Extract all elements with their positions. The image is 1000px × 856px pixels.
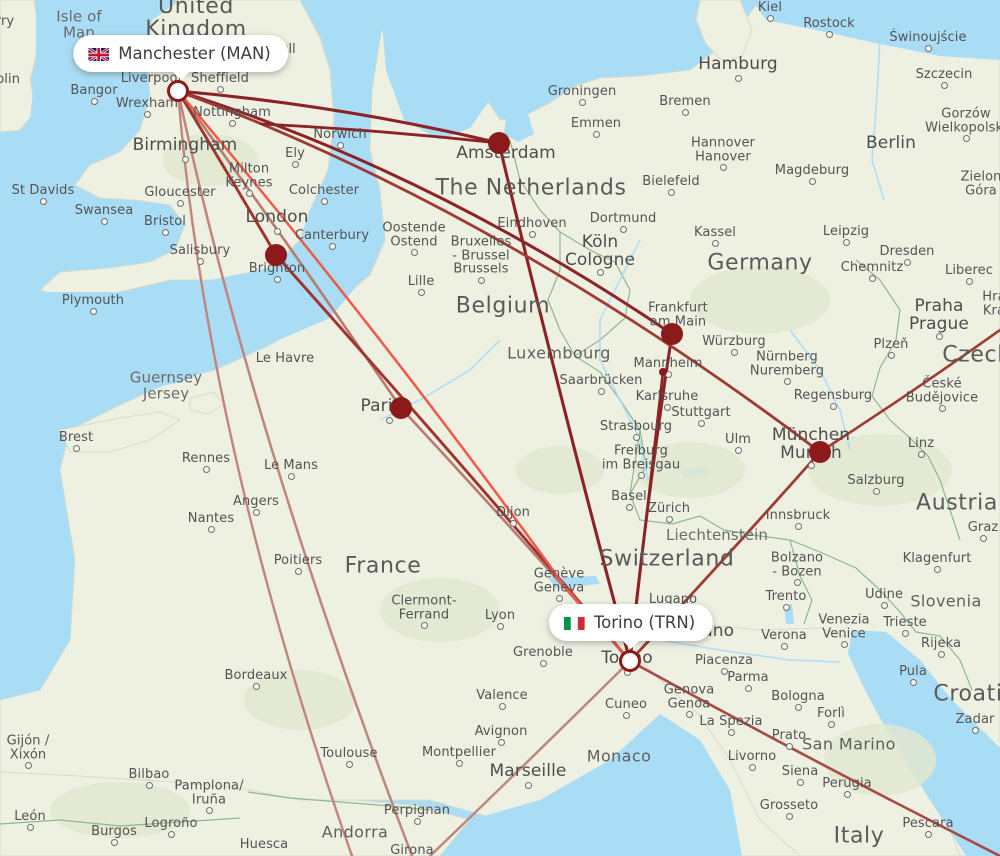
flight-routes-layer: [176, 89, 1000, 856]
tooltip-destination-label: Torino (TRN): [593, 613, 696, 632]
tooltip-destination-torino[interactable]: Torino (TRN): [548, 604, 714, 649]
united-kingdom-flag: [88, 46, 110, 61]
tooltip-origin-label: Manchester (MAN): [118, 44, 271, 63]
route-man-cdg: [176, 89, 403, 410]
italy-flag: [563, 616, 585, 630]
flight-route-map[interactable]: United Kingdom The Netherlands Belgium Germ…: [0, 0, 1000, 856]
tooltip-pointer: [621, 640, 640, 649]
route-trn-southeast: [628, 659, 1000, 856]
tooltip-pointer: [171, 71, 190, 80]
route-man-bcn: [176, 89, 414, 856]
route-bcn-trn: [428, 659, 632, 856]
route-muc-extension: [818, 328, 1000, 454]
route-man-ams: [176, 89, 501, 145]
tooltip-origin-manchester[interactable]: Manchester (MAN): [73, 35, 289, 80]
